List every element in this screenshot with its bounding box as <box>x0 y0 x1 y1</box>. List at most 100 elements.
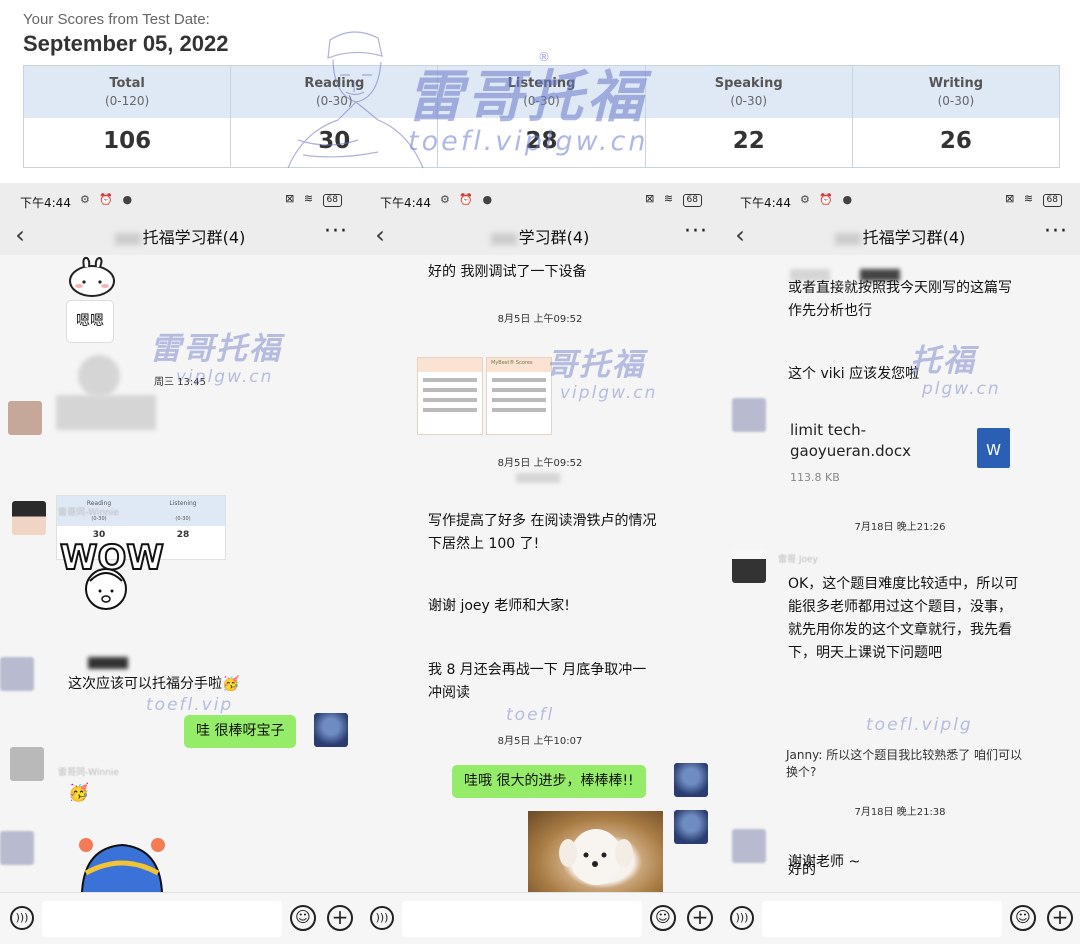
watermark-url: viplgw.cn <box>560 383 658 403</box>
status-time: 下午4:44 <box>380 196 431 210</box>
dog-photo[interactable] <box>528 811 663 892</box>
card-header <box>418 358 482 372</box>
voice-icon[interactable]: ))) <box>370 906 394 930</box>
score-label: Writing <box>928 76 984 91</box>
status-right-icons: ⊠ ≋ 68 <box>285 192 342 207</box>
wow-sticker: WOW <box>59 537 165 610</box>
emoji-icon[interactable]: ☺ <box>290 905 316 931</box>
message-text: 写作提高了好多 在阅读滑铁卢的情况下居然上 100 了! <box>428 513 657 552</box>
voice-icon[interactable]: ))) <box>730 906 754 930</box>
more-options-icon[interactable]: ··· <box>324 219 348 244</box>
card-line <box>423 398 477 402</box>
card-line <box>423 378 477 382</box>
watermark-url: toefl.viplg <box>866 715 973 735</box>
quoted-message: Janny: 所以这个题目我比较熟悉了 咱们可以换个? <box>786 748 1023 779</box>
message-text: 我 8 月还会再战一下 月底争取冲一冲阅读 <box>428 662 647 701</box>
chat-screenshot-1: 下午4:44 ⚙ ⏰ ● ⊠ ≋ 68 ‹ 托福学习群(4) ··· 嗯嗯 周三… <box>0 183 360 944</box>
self-avatar[interactable] <box>674 810 708 844</box>
status-left-icons: ⚙ ⏰ ● <box>800 193 856 206</box>
card-line <box>423 388 477 392</box>
chat-header: ‹ 学习群(4) ··· <box>360 217 720 255</box>
sticker-caption: 嗯嗯 <box>66 300 114 343</box>
status-bar: 下午4:44 ⚙ ⏰ ● ⊠ ≋ 68 <box>360 183 720 217</box>
timestamp: 8月5日 上午09:52 <box>497 458 583 469</box>
plus-icon[interactable]: + <box>687 905 713 931</box>
emoji-icon[interactable]: ☺ <box>650 905 676 931</box>
score-card-image[interactable]: MyBest® Scores <box>486 357 552 435</box>
chat-title: 学习群(4) <box>360 224 720 248</box>
avatar[interactable] <box>8 401 42 435</box>
score-value: 106 <box>103 128 152 154</box>
message-list[interactable]: 好的 我刚调试了一下设备 8月5日 上午09:52 MyBest® Scores… <box>360 255 720 892</box>
score-writing: Writing (0-30) 26 <box>852 66 1060 167</box>
timestamp: 7月18日 晚上21:26 <box>854 522 946 533</box>
plus-icon[interactable]: + <box>327 905 353 931</box>
self-avatar[interactable] <box>314 713 348 747</box>
message-text: 这个 viki 应该发您啦 <box>788 366 920 382</box>
blurred-text <box>114 232 141 245</box>
battery-icon: 68 <box>682 194 702 207</box>
card-line <box>492 388 546 392</box>
chat-header: ‹ 托福学习群(4) ··· <box>0 217 360 255</box>
timestamp: 7月18日 晚上21:38 <box>854 807 946 818</box>
score-label: Speaking <box>714 76 783 91</box>
test-date: September 05, 2022 <box>23 31 229 56</box>
status-left-icons: ⚙ ⏰ ● <box>440 193 496 206</box>
score-label: Total <box>109 76 145 91</box>
voice-icon[interactable]: ))) <box>10 906 34 930</box>
message-input[interactable] <box>762 901 1002 937</box>
message-text: 好的 我刚调试了一下设备 <box>428 264 587 280</box>
battery-icon: 68 <box>322 194 342 207</box>
watermark-url: toefl.viplgw.cn <box>408 126 649 157</box>
score-range: (0-30) <box>937 94 975 108</box>
avatar[interactable] <box>732 549 766 583</box>
status-right-icons: ⊠ ≋ 68 <box>1005 192 1062 207</box>
chat-screenshot-3: 下午4:44 ⚙ ⏰ ● ⊠ ≋ 68 ‹ 托福学习群(4) ··· 或者直接就… <box>720 183 1080 944</box>
message-list[interactable]: 嗯嗯 周三 13:45 Reading Listening (0-30) (0-30… <box>0 255 360 892</box>
avatar[interactable] <box>732 829 766 863</box>
message-input[interactable] <box>402 901 642 937</box>
status-left-icons: ⚙ ⏰ ● <box>80 193 136 206</box>
watermark-url: toefl <box>506 705 555 725</box>
score-speaking: Speaking (0-30) 22 <box>645 66 853 167</box>
avatar[interactable] <box>0 657 34 691</box>
message-text: OK，这个题目难度比较适中，所以可能很多老师都用过这个题目，没事，就先用你发的这… <box>788 576 1019 661</box>
mini-score-range: (0-30) <box>175 516 191 522</box>
avatar[interactable] <box>12 501 46 535</box>
message-text: 或者直接就按照我今天刚写的这篇写作先分析也行 <box>788 280 1012 319</box>
avatar[interactable] <box>0 831 34 865</box>
file-size: 113.8 KB <box>790 471 840 484</box>
message-text: 谢谢老师 ~ <box>788 854 861 870</box>
chat-title-text: 托福学习群(4) <box>142 228 246 247</box>
self-avatar[interactable] <box>674 763 708 797</box>
watermark-url: plgw.cn <box>922 379 1001 399</box>
avatar[interactable] <box>10 747 44 781</box>
sender-name: 雷哥 Joey <box>778 555 818 565</box>
watermark-brand: 雷哥托福 <box>150 331 282 367</box>
score-range: (0-120) <box>104 94 150 108</box>
watermark-url: toefl.vip <box>146 695 234 715</box>
message-text: 谢谢 joey 老师和大家! <box>428 598 570 614</box>
blurred-name <box>88 657 128 669</box>
message-text: 这次应该可以托福分手啦🥳 <box>68 676 240 692</box>
card-line <box>492 398 546 402</box>
more-options-icon[interactable]: ··· <box>1044 219 1068 244</box>
avatar[interactable] <box>732 398 766 432</box>
emoji-icon[interactable]: ☺ <box>1010 905 1036 931</box>
status-time: 下午4:44 <box>20 196 71 210</box>
score-report: Your Scores from Test Date: September 05… <box>0 0 1080 183</box>
watermark-url: viplgw.cn <box>176 367 274 387</box>
score-card-image[interactable] <box>417 357 483 435</box>
input-bar: ))) ☺ + <box>360 892 720 944</box>
timestamp: 8月5日 上午09:52 <box>497 314 583 325</box>
file-name: limit tech- gaoyueran.docx <box>790 421 911 460</box>
more-options-icon[interactable]: ··· <box>684 219 708 244</box>
status-bar: 下午4:44 ⚙ ⏰ ● ⊠ ≋ 68 <box>0 183 360 217</box>
sender-name: 雷哥同-Winnie <box>58 508 119 518</box>
message-input[interactable] <box>42 901 282 937</box>
message-list[interactable]: 或者直接就按照我今天刚写的这篇写作先分析也行 这个 viki 应该发您啦 lim… <box>720 255 1080 892</box>
status-time: 下午4:44 <box>740 196 791 210</box>
plus-icon[interactable]: + <box>1047 905 1073 931</box>
status-bar: 下午4:44 ⚙ ⏰ ● ⊠ ≋ 68 <box>720 183 1080 217</box>
file-attachment[interactable]: limit tech- gaoyueran.docx 113.8 KB W <box>790 420 1010 500</box>
